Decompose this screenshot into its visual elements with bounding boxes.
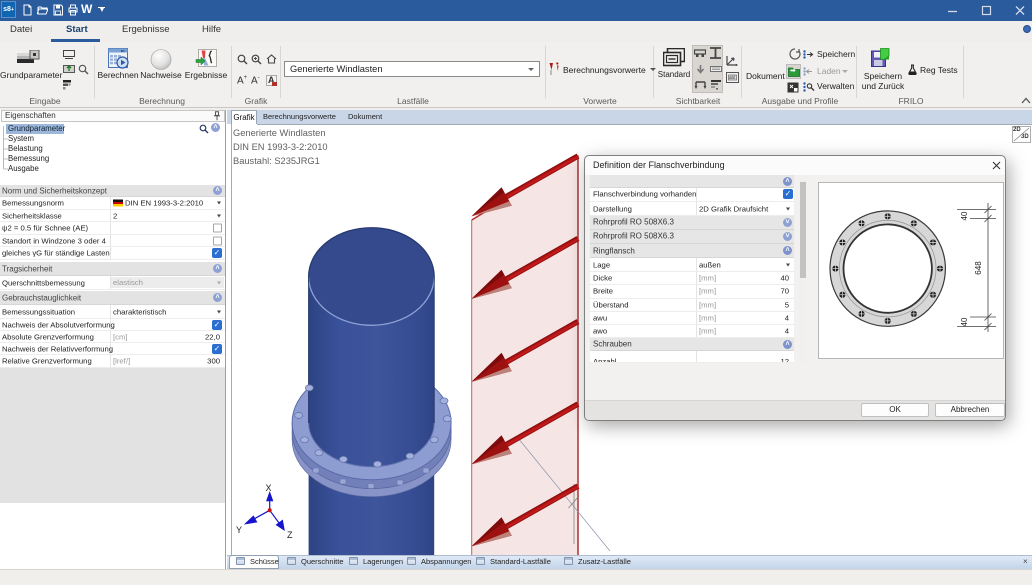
svg-text:Y: Y (236, 525, 242, 535)
svg-text:abl: abl (729, 75, 735, 80)
svg-text:648: 648 (974, 261, 983, 275)
svg-text:X: X (266, 483, 272, 493)
svg-text:40: 40 (960, 211, 969, 220)
svg-text:Z: Z (287, 530, 293, 540)
svg-text:40: 40 (960, 317, 969, 326)
